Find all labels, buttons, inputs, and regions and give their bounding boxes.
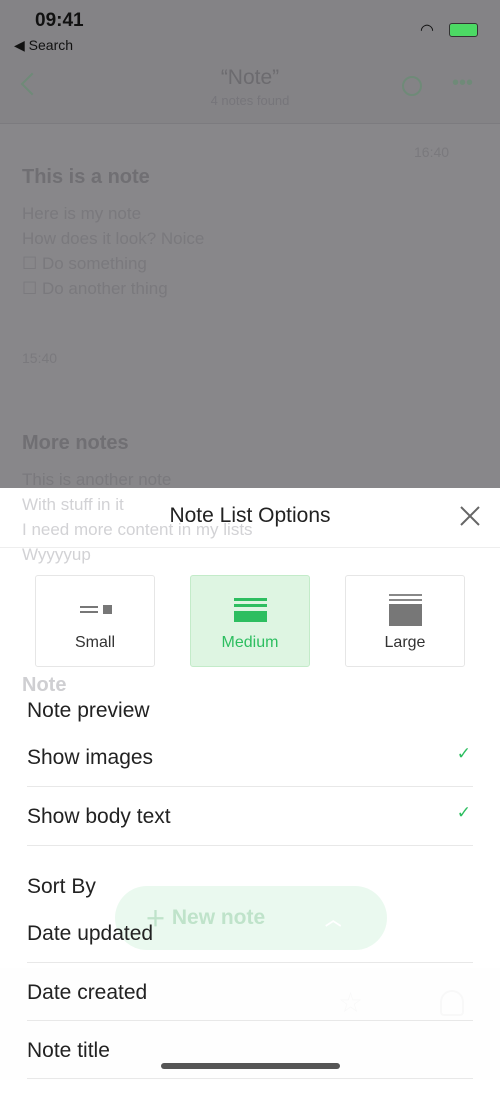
size-small-option[interactable]: Small: [35, 575, 155, 667]
note-time: 15:40: [22, 350, 58, 366]
home-indicator[interactable]: [161, 1063, 340, 1069]
note-line: This is another note: [22, 470, 172, 489]
option-label: Show images: [27, 746, 154, 769]
more-icon[interactable]: •••: [452, 72, 473, 95]
note-line: How does it look? Noice: [22, 229, 205, 248]
checklist-item: ☐ Do another thing: [22, 279, 168, 298]
note-title[interactable]: More notes: [22, 432, 129, 455]
sort-date-updated[interactable]: Date updated: [27, 922, 473, 980]
note-line: I need more content in my lists: [22, 520, 253, 539]
size-label: Medium: [221, 634, 279, 651]
nav-subtitle: 4 notes found: [210, 93, 290, 108]
note-preview-heading: Note preview: [27, 699, 150, 722]
option-label: Date updated: [27, 922, 154, 945]
note-title[interactable]: Note: [22, 674, 66, 697]
note-date: 16:40: [414, 144, 450, 160]
new-note-label: New note: [171, 906, 266, 929]
medium-size-icon: [234, 598, 267, 622]
size-medium-option[interactable]: Medium: [190, 575, 310, 667]
clock: 09:41: [35, 10, 84, 31]
show-body-text-option[interactable]: Show body text ✓: [27, 803, 473, 863]
close-icon[interactable]: [458, 504, 482, 528]
divider: [27, 1078, 473, 1079]
note-line: With stuff in it: [22, 495, 124, 514]
sort-date-created[interactable]: Date created: [27, 981, 473, 1039]
nav-title: “Note”: [220, 66, 280, 89]
back-to-app[interactable]: ◀ Search: [14, 37, 73, 54]
checkmark-icon: ✓: [456, 744, 471, 763]
large-size-icon: [389, 594, 422, 626]
option-label: Date created: [27, 981, 148, 1004]
note-line: Wyyyyup: [22, 545, 91, 564]
checkmark-icon: ✓: [456, 803, 471, 822]
option-label: Note title: [27, 1039, 110, 1062]
show-images-option[interactable]: Show images ✓: [27, 744, 473, 804]
small-size-icon: [80, 605, 112, 614]
size-large-option[interactable]: Large: [345, 575, 465, 667]
wifi-icon: ◠: [420, 22, 434, 39]
checklist-text: Do something: [41, 254, 147, 273]
sort-by-heading: Sort By: [27, 875, 96, 898]
checklist-text: Do another thing: [41, 279, 168, 298]
note-title[interactable]: This is a note: [22, 166, 150, 189]
divider: [27, 845, 473, 846]
note-line: Here is my note: [22, 204, 142, 223]
checklist-item: ☐ Do something: [22, 254, 147, 273]
option-label: Show body text: [27, 805, 171, 828]
battery-icon: [449, 23, 478, 37]
note-list-options-sheet: Note List Options Small Medium Large Not…: [0, 488, 500, 1080]
search-icon[interactable]: [402, 76, 422, 96]
size-label: Large: [384, 634, 426, 651]
divider: [27, 962, 473, 963]
size-label: Small: [74, 634, 115, 651]
status-bar: 09:41 ◀ Search ◠: [0, 0, 500, 60]
divider: [27, 1020, 473, 1021]
divider: [27, 786, 473, 787]
